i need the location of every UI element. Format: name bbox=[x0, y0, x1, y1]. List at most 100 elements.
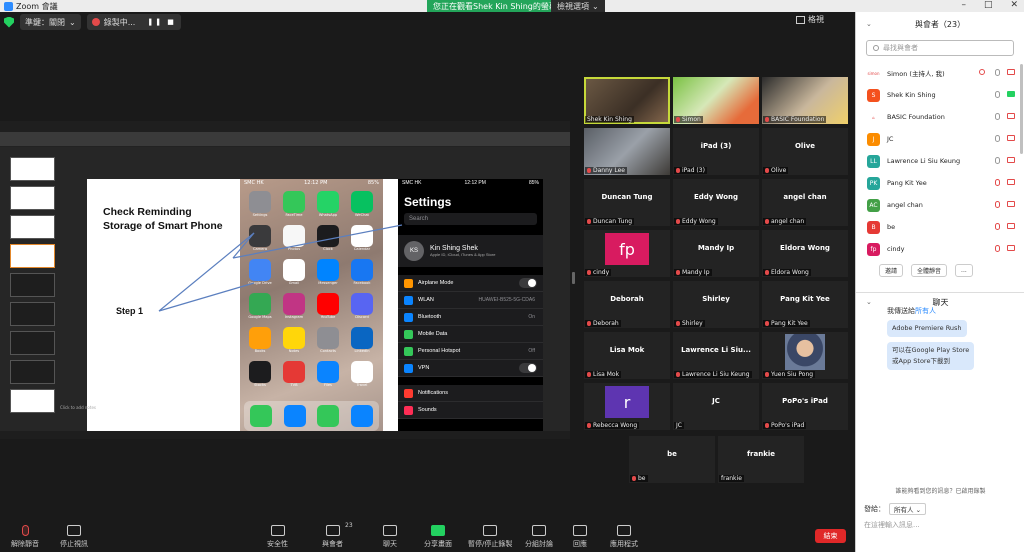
participant-search-input[interactable]: 尋找與會者 bbox=[866, 40, 1014, 56]
mute-all-button[interactable]: 全體靜音 bbox=[911, 264, 948, 277]
participant-name: BASIC Foundation bbox=[771, 116, 825, 123]
participant-tile[interactable]: Danny Lee bbox=[584, 128, 670, 175]
close-icon[interactable]: ✕ bbox=[1010, 0, 1018, 10]
avatar: AC bbox=[867, 198, 880, 212]
video-camera-off-icon[interactable] bbox=[1007, 179, 1015, 185]
microphone-icon[interactable] bbox=[995, 113, 1000, 120]
window-title: Zoom 會議 bbox=[16, 1, 58, 11]
participant-row[interactable]: J JC bbox=[856, 128, 1024, 150]
video-camera-icon[interactable] bbox=[1007, 91, 1015, 97]
participant-tile[interactable]: Lisa Mok Lisa Mok bbox=[584, 332, 670, 379]
video-camera-off-icon[interactable] bbox=[1007, 223, 1015, 229]
participant-tile[interactable]: be be bbox=[629, 436, 715, 483]
participant-tile[interactable]: Yuen Siu Pong bbox=[762, 332, 848, 379]
participant-row[interactable]: AC angel chan bbox=[856, 194, 1024, 216]
participant-tile[interactable]: Simon bbox=[673, 77, 759, 124]
video-camera-off-icon[interactable] bbox=[1007, 201, 1015, 207]
slide-thumbnail[interactable] bbox=[10, 360, 55, 384]
gallery-view-button[interactable]: 格視 bbox=[796, 14, 824, 25]
participant-tile[interactable]: Olive Olive bbox=[762, 128, 848, 175]
participant-tile[interactable]: Duncan Tung Duncan Tung bbox=[584, 179, 670, 226]
video-camera-off-icon[interactable] bbox=[1007, 245, 1015, 251]
video-camera-off-icon[interactable] bbox=[1007, 69, 1015, 75]
slide-thumbnail[interactable] bbox=[10, 273, 55, 297]
recording-pill[interactable]: 錄製中... ❚❚ ■ bbox=[86, 14, 181, 30]
participant-row[interactable]: PK Pang Kit Yee bbox=[856, 172, 1024, 194]
security-button[interactable]: 安全性 bbox=[267, 525, 288, 549]
invite-button[interactable]: 邀請 bbox=[879, 264, 904, 277]
participant-row[interactable]: S Shek Kin Shing bbox=[856, 84, 1024, 106]
recording-label: 錄製中... bbox=[103, 17, 136, 27]
minimize-icon[interactable]: – bbox=[961, 0, 966, 10]
participant-tile[interactable]: Pang Kit Yee Pang Kit Yee bbox=[762, 281, 848, 328]
meeting-info-pill[interactable]: 準鍵：關閉 ⌄ bbox=[20, 14, 81, 30]
record-button[interactable]: 暫停/停止錄製 bbox=[468, 525, 512, 549]
more-button[interactable]: ... bbox=[955, 264, 973, 277]
view-options-button[interactable]: 檢視選項 ⌄ bbox=[551, 0, 605, 12]
participant-tile[interactable]: Mandy Ip Mandy Ip bbox=[673, 230, 759, 277]
participant-tile[interactable]: angel chan angel chan bbox=[762, 179, 848, 226]
slide-thumbnail[interactable] bbox=[10, 186, 55, 210]
apps-label: 應用程式 bbox=[610, 540, 638, 548]
chevron-down-icon[interactable]: ⌄ bbox=[866, 298, 872, 306]
participant-tile[interactable]: frankie frankie bbox=[718, 436, 804, 483]
participant-row[interactable]: fp cindy bbox=[856, 238, 1024, 260]
microphone-icon[interactable] bbox=[995, 91, 1000, 98]
participant-tile[interactable]: Deborah Deborah bbox=[584, 281, 670, 328]
reactions-button[interactable]: 回應 bbox=[573, 525, 587, 549]
meeting-info-label: 準鍵：關閉 bbox=[25, 17, 65, 27]
security-shield-icon[interactable] bbox=[4, 16, 14, 28]
chevron-down-icon[interactable]: ⌄ bbox=[866, 20, 872, 28]
microphone-muted-icon[interactable] bbox=[995, 201, 1000, 208]
slide-thumbnail[interactable] bbox=[10, 157, 55, 181]
pause-icon[interactable]: ❚❚ ■ bbox=[147, 18, 176, 26]
participant-tile[interactable]: Eddy Wong Eddy Wong bbox=[673, 179, 759, 226]
microphone-icon[interactable] bbox=[995, 157, 1000, 164]
participant-row[interactable]: simon Simon (主持人, 我) bbox=[856, 62, 1024, 84]
participant-name: Simon (主持人, 我) bbox=[887, 70, 945, 78]
participant-tile[interactable]: PoPo's iPad PoPo's iPad bbox=[762, 383, 848, 430]
maximize-icon[interactable]: □ bbox=[984, 0, 993, 10]
end-meeting-button[interactable]: 結束 bbox=[815, 529, 846, 543]
slide-thumbnail[interactable] bbox=[10, 331, 55, 355]
microphone-icon[interactable] bbox=[995, 69, 1000, 76]
slide-thumbnail[interactable] bbox=[10, 244, 55, 268]
participant-tile[interactable]: Shirley Shirley bbox=[673, 281, 759, 328]
slide-notes: Click to add notes bbox=[60, 405, 96, 410]
video-camera-off-icon[interactable] bbox=[1007, 157, 1015, 163]
microphone-icon[interactable] bbox=[995, 135, 1000, 142]
microphone-muted-icon[interactable] bbox=[995, 179, 1000, 186]
share-screen-button[interactable]: 分享畫面 bbox=[424, 525, 452, 549]
scrollbar[interactable] bbox=[1020, 64, 1023, 154]
microphone-muted-icon[interactable] bbox=[995, 245, 1000, 252]
microphone-muted-icon[interactable] bbox=[995, 223, 1000, 230]
participant-display-name: Olive bbox=[794, 142, 816, 150]
slide-thumbnail[interactable] bbox=[10, 302, 55, 326]
participant-tile[interactable]: r Rebecca Wong bbox=[584, 383, 670, 430]
participant-tile[interactable]: JC JC bbox=[673, 383, 759, 430]
participant-tile[interactable]: BASIC Foundation bbox=[762, 77, 848, 124]
participant-row[interactable]: ⌂ BASIC Foundation bbox=[856, 106, 1024, 128]
video-camera-off-icon[interactable] bbox=[1007, 135, 1015, 141]
participant-name: BASIC Foundation bbox=[887, 113, 945, 121]
participant-row[interactable]: LL Lawrence Li Siu Keung bbox=[856, 150, 1024, 172]
slide-thumbnail[interactable] bbox=[10, 389, 55, 413]
participant-tile[interactable]: Shek Kin Shing bbox=[584, 77, 670, 124]
participant-tile[interactable]: iPad (3) iPad (3) bbox=[673, 128, 759, 175]
participant-tile[interactable]: Lawrence Li Siu... Lawrence Li Siu Keung bbox=[673, 332, 759, 379]
apps-button[interactable]: 應用程式 bbox=[610, 525, 638, 549]
chat-button[interactable]: 聊天 bbox=[383, 525, 397, 549]
viewing-banner: 您正在觀看Shek Kin Shing的螢幕 bbox=[427, 0, 563, 12]
slide-thumbnail[interactable] bbox=[10, 215, 55, 239]
breakout-rooms-button[interactable]: 分組討論 bbox=[525, 525, 553, 549]
stop-video-button[interactable]: 停止視訊 bbox=[60, 525, 88, 549]
split-handle[interactable] bbox=[572, 272, 575, 284]
recipient-select[interactable]: 所有人 ⌄ bbox=[889, 503, 927, 515]
chat-message-input[interactable]: 在這裡輸入訊息... bbox=[864, 520, 920, 530]
participant-tile[interactable]: fp cindy bbox=[584, 230, 670, 277]
participant-tile[interactable]: Eldora Wong Eldora Wong bbox=[762, 230, 848, 277]
participants-button[interactable]: 23 與會者 bbox=[322, 522, 353, 549]
unmute-button[interactable]: 解除靜音 bbox=[11, 525, 39, 549]
video-camera-off-icon[interactable] bbox=[1007, 113, 1015, 119]
participant-row[interactable]: Bbe bbox=[856, 216, 1024, 238]
